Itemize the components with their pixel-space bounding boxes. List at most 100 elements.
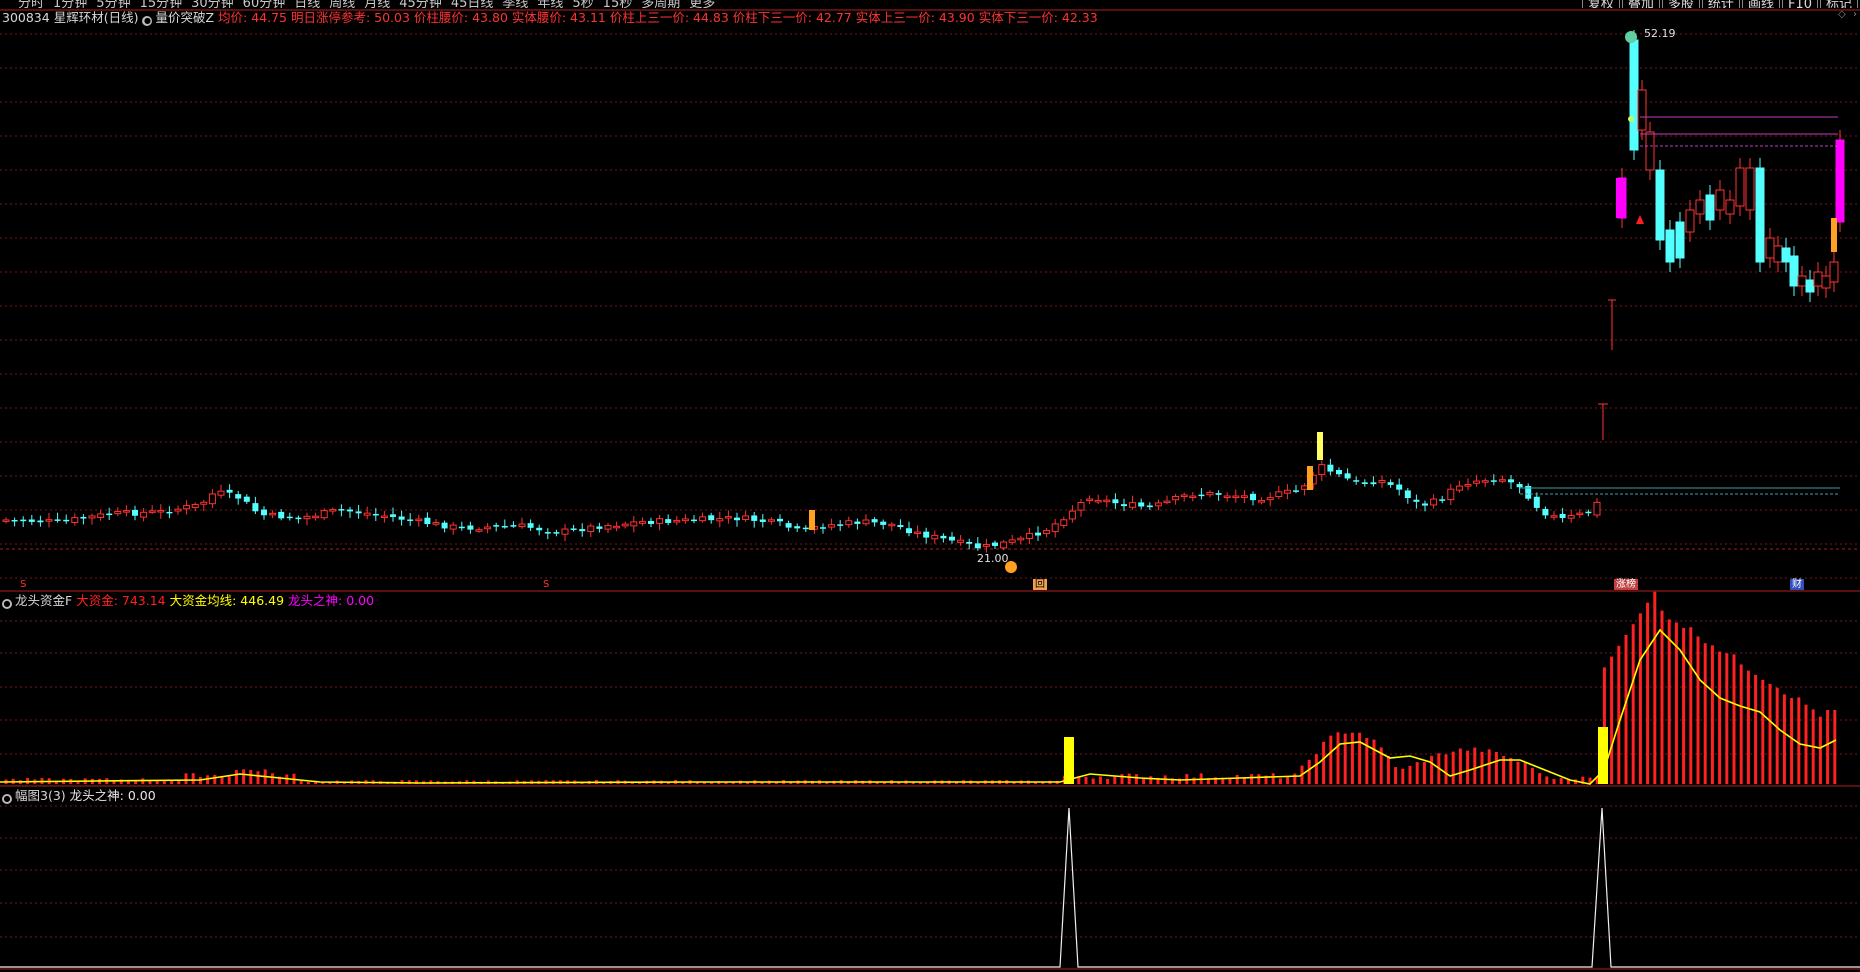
candle-body: [536, 527, 543, 531]
candle-body: [1387, 482, 1394, 485]
candle-body: [742, 515, 750, 520]
candle-body: [1665, 229, 1675, 263]
candle-body: [587, 525, 595, 533]
fund-bar: [299, 780, 303, 784]
candle-body: [638, 521, 646, 524]
candle-body: [570, 528, 577, 530]
candle-body: [802, 527, 809, 530]
fund-panel-name[interactable]: 龙头资金F: [15, 593, 72, 608]
fund-bar: [1653, 591, 1657, 784]
candle-body: [2, 519, 10, 522]
fund-bar: [1617, 645, 1621, 784]
fund-bar: [1228, 778, 1232, 784]
indicator-name[interactable]: 量价突破Z: [155, 10, 214, 25]
sell-marker[interactable]: S: [541, 579, 551, 590]
candle-body: [114, 511, 122, 515]
candle-body: [1645, 131, 1655, 171]
candle-body: [1439, 499, 1446, 501]
candle-body: [183, 505, 191, 510]
candle-body: [1675, 221, 1685, 259]
candle-body: [1163, 500, 1171, 504]
candle-body: [363, 512, 371, 516]
back-marker[interactable]: 回: [1033, 579, 1047, 590]
fund-bar: [1682, 627, 1686, 784]
fund-bar: [1833, 710, 1837, 784]
candle-body: [880, 521, 887, 525]
fund-panel-header: ● 龙头资金F 大资金: 743.14 大资金均线: 446.49 龙头之神: 0…: [2, 593, 374, 609]
candle-body: [45, 519, 53, 522]
fund-bar: [1696, 636, 1700, 784]
finance-marker[interactable]: 财: [1790, 579, 1804, 590]
kline-chart[interactable]: [0, 0, 1860, 972]
candle-body: [243, 496, 250, 502]
candle-body: [510, 525, 517, 527]
candle-body: [604, 525, 612, 530]
candle-body: [148, 510, 156, 513]
candle-body: [1051, 523, 1059, 533]
candle-body: [1516, 484, 1523, 488]
candle-body: [380, 515, 388, 519]
candle-body: [493, 525, 500, 527]
candle-body: [217, 490, 225, 496]
fund-bar: [1559, 778, 1563, 784]
fund-bar: [1314, 754, 1318, 784]
candle-body: [484, 526, 492, 530]
stock-name[interactable]: 星辉环材(日线): [54, 10, 139, 25]
candle-body: [347, 509, 353, 512]
candle-body: [252, 503, 259, 512]
candle-body: [286, 516, 293, 519]
fund-value: 龙头之神: 0.00: [284, 593, 375, 608]
candle-body: [1370, 482, 1377, 485]
up-arrow-icon: [1636, 215, 1644, 224]
highlight-candle: [1307, 466, 1313, 490]
limit-up-marker[interactable]: 涨榜: [1614, 579, 1638, 590]
fund-bar: [1458, 748, 1462, 784]
candle-body: [888, 523, 896, 527]
candle-body: [1301, 485, 1309, 490]
candle-body: [475, 529, 483, 532]
candle-body: [630, 521, 638, 527]
candle-body: [665, 519, 672, 523]
candle-body: [432, 522, 440, 525]
settings-dot-icon[interactable]: ●: [2, 794, 12, 804]
indicator-value: 实体上三一价: 43.90: [855, 10, 979, 25]
settings-dot-icon[interactable]: ●: [2, 599, 12, 609]
candle-body: [1361, 482, 1368, 484]
fund-bar: [1538, 773, 1542, 784]
candle-body: [1735, 167, 1745, 207]
highlight-candle: [1317, 432, 1323, 460]
sell-marker[interactable]: S: [18, 579, 28, 590]
fund-bar: [1782, 694, 1786, 784]
candle-body: [80, 516, 87, 519]
god-panel-name[interactable]: 幅图3(3): [15, 788, 66, 803]
candle-body: [1755, 167, 1765, 263]
candle-body: [751, 515, 758, 521]
candle-body: [906, 528, 912, 534]
fund-bar: [1142, 778, 1146, 784]
candle-body: [1318, 464, 1326, 475]
candle-body: [1481, 480, 1489, 483]
candle-body: [1396, 484, 1403, 490]
candle-body: [1223, 495, 1231, 498]
candle-body: [1353, 480, 1360, 482]
candle-body: [424, 517, 431, 525]
candle-body: [1154, 502, 1162, 507]
fund-bar: [1660, 610, 1664, 784]
candle-body: [20, 519, 27, 522]
candle-body: [1077, 502, 1085, 511]
fund-bar: [1480, 751, 1484, 784]
fund-bar: [1667, 619, 1671, 784]
fund-bar: [1307, 759, 1311, 784]
peak-marker-icon: [1625, 31, 1637, 43]
candle-body: [1378, 480, 1386, 484]
candle-body: [140, 511, 148, 518]
fund-bar: [1278, 778, 1282, 784]
candle-body: [338, 509, 345, 511]
candle-body: [467, 525, 474, 530]
candle-body: [1103, 499, 1111, 503]
candle-body: [949, 536, 955, 541]
settings-dot-icon[interactable]: ●: [142, 16, 153, 26]
candle-body: [1637, 89, 1647, 131]
scroll-arrow-icon[interactable]: ›: [1851, 9, 1859, 20]
diamond-icon[interactable]: ◇: [1836, 9, 1848, 20]
